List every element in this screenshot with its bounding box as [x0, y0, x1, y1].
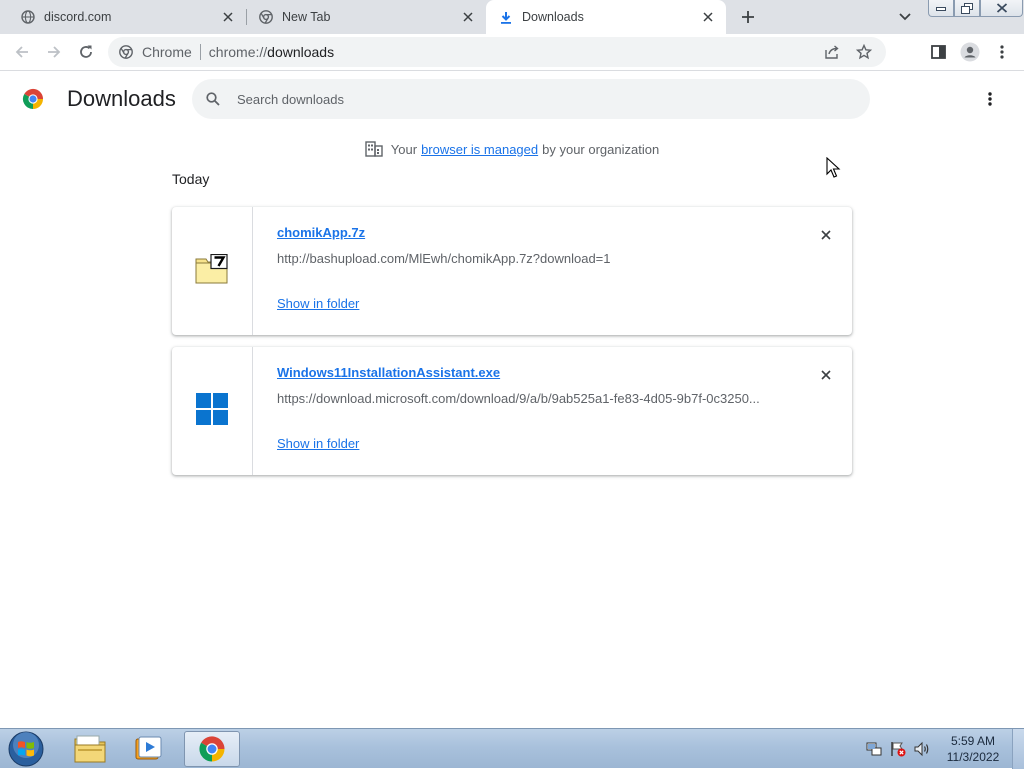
- date-section-header: Today: [172, 171, 210, 187]
- network-icon[interactable]: [866, 741, 882, 757]
- minimize-button[interactable]: [928, 0, 954, 17]
- close-tab-icon[interactable]: [460, 9, 476, 25]
- tab-title: discord.com: [44, 10, 112, 24]
- taskbar-clock[interactable]: 5:59 AM 11/3/2022: [940, 733, 1006, 765]
- reload-icon[interactable]: [76, 42, 96, 62]
- show-in-folder-link[interactable]: Show in folder: [277, 436, 359, 451]
- site-chip-label: Chrome: [142, 44, 192, 60]
- managed-notice: Your browser is managed by your organiza…: [0, 138, 1024, 160]
- show-in-folder-link[interactable]: Show in folder: [277, 296, 359, 311]
- tab-discord[interactable]: discord.com: [0, 0, 246, 34]
- url-scheme: chrome://: [208, 44, 268, 60]
- tab-title: New Tab: [282, 10, 331, 24]
- taskbar-explorer-icon[interactable]: [62, 731, 118, 767]
- share-icon[interactable]: [824, 37, 840, 67]
- search-input[interactable]: [237, 91, 837, 107]
- show-desktop-button[interactable]: [1012, 729, 1024, 769]
- clock-date: 11/3/2022: [946, 750, 1000, 764]
- search-icon: [204, 90, 222, 108]
- remove-download-close-icon[interactable]: [816, 365, 836, 385]
- tab-downloads[interactable]: Downloads: [486, 0, 726, 34]
- clock-time: 5:59 AM: [950, 734, 996, 748]
- managed-prefix: Your: [390, 141, 418, 157]
- file-name-link[interactable]: Windows11InstallationAssistant.exe: [277, 365, 500, 380]
- url-host: downloads: [267, 44, 335, 60]
- back-arrow-icon[interactable]: [12, 42, 32, 62]
- browser-toolbar: Chrome chrome:// downloads: [0, 34, 1024, 71]
- page-title: Downloads: [67, 86, 176, 111]
- windows-logo-icon: [196, 392, 228, 430]
- managed-policy-link[interactable]: browser is managed: [421, 142, 538, 157]
- managed-suffix: by your organization: [542, 141, 660, 157]
- file-name-link[interactable]: chomikApp.7z: [277, 225, 365, 240]
- search-bar[interactable]: [192, 79, 870, 119]
- profile-avatar-icon[interactable]: [960, 42, 980, 62]
- download-item: Windows11InstallationAssistant.exe https…: [172, 347, 852, 475]
- forward-arrow-icon[interactable]: [44, 42, 64, 62]
- close-tab-icon[interactable]: [220, 9, 236, 25]
- start-button[interactable]: [6, 730, 46, 768]
- address-bar[interactable]: Chrome chrome:// downloads: [108, 37, 886, 67]
- tab-search-chevron-icon[interactable]: [896, 8, 914, 26]
- building-icon: [365, 140, 383, 158]
- bookmark-star-icon[interactable]: [856, 37, 872, 67]
- file-source-url: http://bashupload.com/MlEwh/chomikApp.7z…: [277, 251, 611, 266]
- 7z-archive-icon: [195, 253, 229, 289]
- action-center-flag-icon[interactable]: [890, 741, 906, 757]
- window-controls: [928, 0, 1023, 18]
- maximize-button[interactable]: [954, 0, 980, 17]
- chrome-logo-icon: [21, 87, 45, 111]
- download-item: chomikApp.7z http://bashupload.com/MlEwh…: [172, 207, 852, 335]
- chrome-icon: [258, 9, 274, 25]
- tab-title: Downloads: [522, 10, 584, 24]
- globe-icon: [20, 9, 36, 25]
- side-panel-icon[interactable]: [928, 42, 948, 62]
- browser-menu-icon[interactable]: [992, 42, 1012, 62]
- taskbar-media-player-icon[interactable]: [120, 731, 176, 767]
- divider: [199, 44, 201, 60]
- downloads-header: Downloads: [0, 72, 1024, 128]
- mouse-cursor-icon: [826, 156, 842, 179]
- tab-strip: discord.com New Tab Downloads: [0, 0, 1024, 34]
- file-source-url: https://download.microsoft.com/download/…: [277, 391, 760, 406]
- chrome-icon: [118, 44, 134, 60]
- volume-speaker-icon[interactable]: [914, 741, 930, 757]
- remove-download-close-icon[interactable]: [816, 225, 836, 245]
- taskbar: 5:59 AM 11/3/2022: [0, 728, 1024, 769]
- close-window-button[interactable]: [980, 0, 1023, 17]
- downloads-more-menu-icon[interactable]: [980, 88, 1000, 110]
- close-tab-icon[interactable]: [700, 9, 716, 25]
- file-icon-column: [172, 347, 253, 475]
- new-tab-button[interactable]: [736, 5, 760, 29]
- file-icon-column: [172, 207, 253, 335]
- tab-new-tab[interactable]: New Tab: [238, 0, 486, 34]
- download-icon: [498, 9, 514, 25]
- taskbar-chrome-icon[interactable]: [184, 731, 240, 767]
